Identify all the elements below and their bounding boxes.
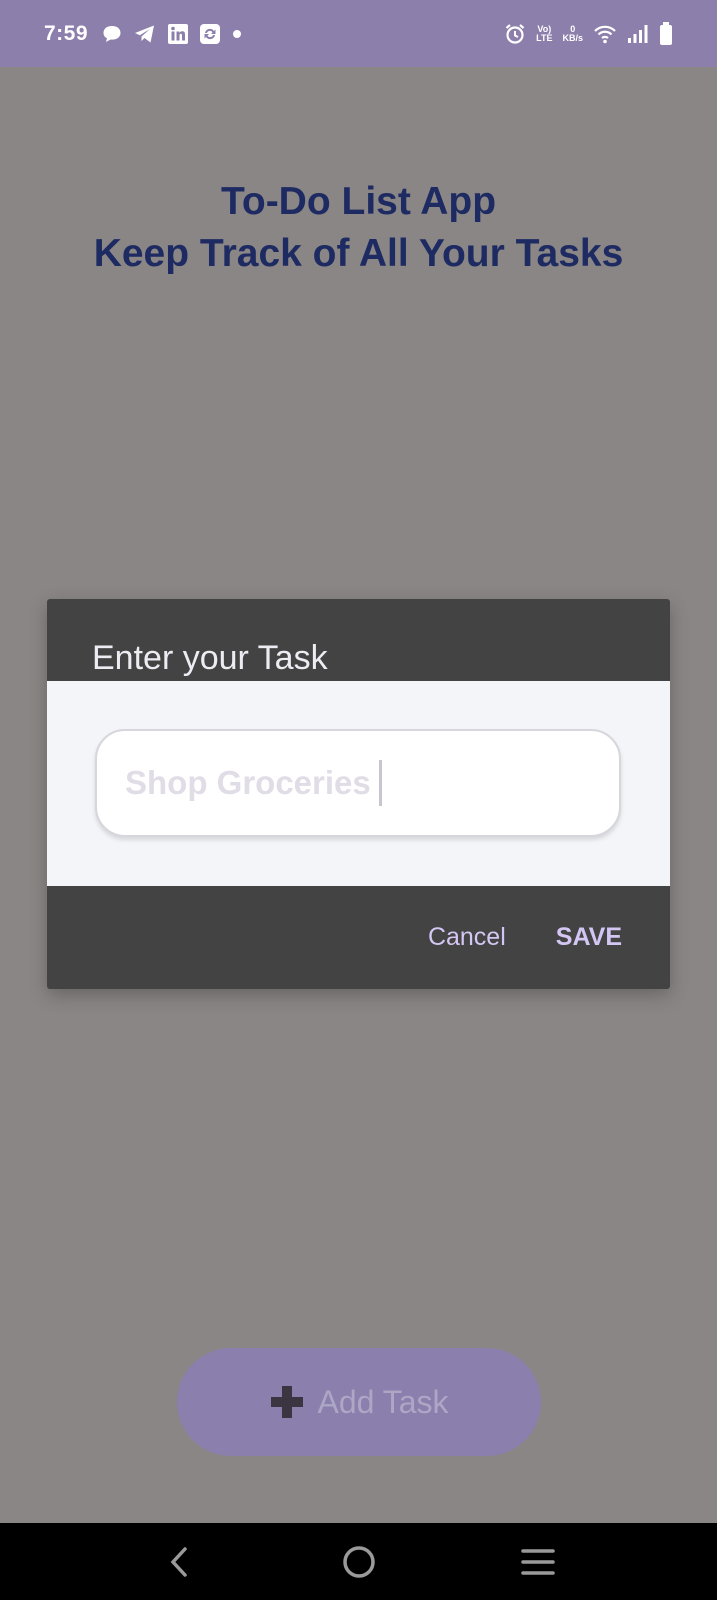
wifi-icon (593, 24, 617, 44)
cancel-button[interactable]: Cancel (428, 923, 506, 952)
speed-unit: KB/s (562, 32, 583, 43)
data-speed-icon: 0 KB/s (562, 24, 583, 43)
save-button[interactable]: SAVE (556, 923, 622, 952)
add-task-label: Add Task (317, 1383, 449, 1420)
add-task-button[interactable]: Add Task (177, 1348, 541, 1456)
title-line-2: Keep Track of All Your Tasks (93, 232, 624, 275)
dialog-title: Enter your Task (92, 639, 328, 677)
status-time: 7:59 (44, 21, 89, 45)
back-icon[interactable] (150, 1532, 210, 1592)
volte-icon: Vo) LTE (536, 24, 553, 43)
telegram-icon (134, 24, 156, 44)
task-dialog: Enter your Task Shop Groceries Cancel SA… (47, 599, 670, 989)
dialog-actions: Cancel SAVE (47, 886, 670, 989)
sync-icon (200, 23, 221, 44)
dialog-body: Shop Groceries (47, 681, 670, 886)
home-icon[interactable] (329, 1532, 389, 1592)
page-title: To-Do List App Keep Track of All Your Ta… (0, 176, 717, 280)
status-left: 7:59 (44, 22, 254, 46)
text-cursor (378, 760, 382, 806)
task-input[interactable]: Shop Groceries (95, 729, 621, 837)
signal-icon (627, 24, 649, 44)
plus-icon (269, 1384, 305, 1420)
status-right: Vo) LTE 0 KB/s (494, 21, 673, 46)
menu-icon[interactable] (508, 1532, 568, 1592)
status-bar: 7:59 Vo) LTE 0 KB/s (0, 0, 717, 67)
volte-bottom-label: LTE (536, 32, 553, 43)
dot-icon (232, 29, 242, 39)
title-line-1: To-Do List App (220, 180, 497, 223)
navigation-bar (0, 1523, 717, 1600)
linkedin-icon (168, 23, 189, 44)
task-input-value: Shop Groceries (125, 764, 371, 801)
battery-icon (659, 21, 673, 46)
alarm-icon (504, 23, 526, 45)
chat-bubble-icon (102, 24, 122, 44)
